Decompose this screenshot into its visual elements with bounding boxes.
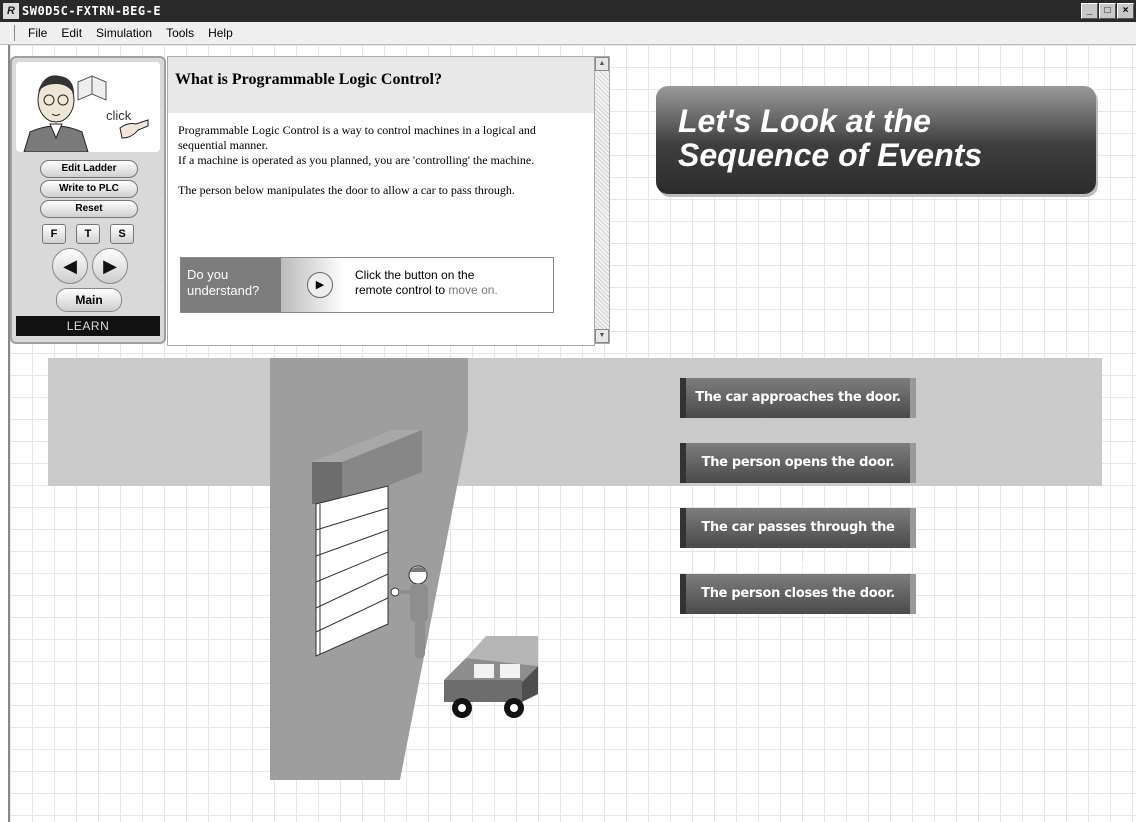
menu-simulation[interactable]: Simulation bbox=[89, 26, 159, 40]
step-button-pass[interactable]: The car passes through the door. bbox=[680, 508, 916, 575]
understand-label: Do you understand? bbox=[181, 258, 281, 312]
menu-tools[interactable]: Tools bbox=[159, 26, 201, 40]
scene-background-band bbox=[48, 358, 1102, 486]
menu-help[interactable]: Help bbox=[201, 26, 240, 40]
understand-message: Click the button on the remote control t… bbox=[355, 268, 498, 297]
app-icon[interactable]: R bbox=[3, 3, 19, 19]
instructor-illustration bbox=[23, 75, 149, 153]
banner-line-1: Let's Look at the bbox=[678, 103, 931, 139]
menu-edit[interactable]: Edit bbox=[54, 26, 89, 40]
play-icon[interactable]: ▶ bbox=[307, 272, 333, 298]
menu-file[interactable]: File bbox=[21, 26, 54, 40]
prev-button[interactable]: ◀ bbox=[52, 248, 88, 284]
menu-grip[interactable] bbox=[10, 25, 15, 41]
control-panel: click Edit Ladder Write to PLC Reset F T… bbox=[10, 56, 166, 344]
s-button[interactable]: S bbox=[110, 224, 134, 244]
next-button[interactable]: ▶ bbox=[92, 248, 128, 284]
reset-button[interactable]: Reset bbox=[40, 200, 138, 218]
lesson-body: Programmable Logic Control is a way to c… bbox=[168, 113, 594, 198]
lesson-paragraph-3: The person below manipulates the door to… bbox=[178, 183, 515, 197]
step-button-open[interactable]: The person opens the door. bbox=[680, 443, 916, 483]
f-button[interactable]: F bbox=[42, 224, 66, 244]
lesson-paragraph-1: Programmable Logic Control is a way to c… bbox=[178, 123, 536, 152]
window-title: SW0D5C-FXTRN-BEG-E bbox=[22, 4, 162, 18]
write-to-plc-button[interactable]: Write to PLC bbox=[40, 180, 138, 198]
banner-line-2: Sequence of Events bbox=[678, 137, 983, 173]
menu-bar: File Edit Simulation Tools Help bbox=[0, 22, 1136, 45]
click-label: click bbox=[106, 108, 132, 123]
lesson-paragraph-2: If a machine is operated as you planned,… bbox=[178, 153, 535, 167]
edit-ladder-button[interactable]: Edit Ladder bbox=[40, 160, 138, 178]
step-button-approach[interactable]: The car approaches the door. bbox=[680, 378, 916, 418]
minimize-button[interactable]: _ bbox=[1081, 3, 1098, 19]
close-button[interactable]: × bbox=[1117, 3, 1134, 19]
step-button-close[interactable]: The person closes the door. bbox=[680, 574, 916, 614]
mode-indicator: LEARN bbox=[16, 316, 160, 336]
understand-prompt: Do you understand? ▶ Click the button on… bbox=[180, 257, 554, 313]
instructor-portrait[interactable]: click bbox=[16, 62, 160, 153]
lesson-scrollbar[interactable]: ▲ ▼ bbox=[594, 56, 610, 344]
sequence-banner: Let's Look at the Sequence of Events bbox=[656, 86, 1096, 194]
lesson-panel: What is Programmable Logic Control? Prog… bbox=[167, 56, 595, 346]
scroll-up-arrow[interactable]: ▲ bbox=[595, 57, 609, 71]
remote-control-icon[interactable]: ▶ bbox=[281, 258, 345, 312]
window-controls: _ □ × bbox=[1081, 3, 1134, 19]
maximize-button[interactable]: □ bbox=[1099, 3, 1116, 19]
main-button[interactable]: Main bbox=[56, 288, 122, 312]
scroll-down-arrow[interactable]: ▼ bbox=[595, 329, 609, 343]
lesson-title: What is Programmable Logic Control? bbox=[168, 57, 594, 113]
t-button[interactable]: T bbox=[76, 224, 100, 244]
title-bar: R SW0D5C-FXTRN-BEG-E _ □ × bbox=[0, 0, 1136, 22]
